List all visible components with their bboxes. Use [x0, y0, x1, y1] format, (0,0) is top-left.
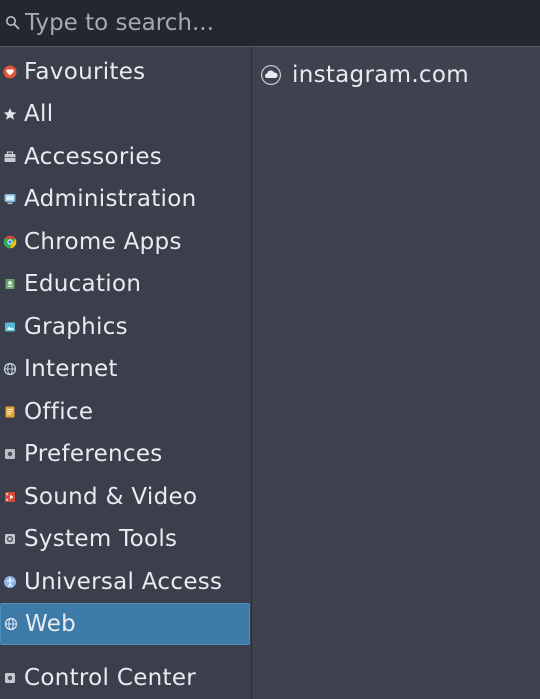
category-label: Web	[25, 611, 77, 637]
category-label: Chrome Apps	[24, 229, 182, 255]
category-universal-access[interactable]: Universal Access	[0, 561, 250, 603]
category-label: System Tools	[24, 526, 178, 552]
education-icon	[2, 276, 18, 292]
category-label: Accessories	[24, 144, 163, 170]
search-bar	[0, 0, 540, 47]
search-input[interactable]	[23, 3, 525, 43]
category-web[interactable]: Web	[0, 603, 250, 645]
category-list: Favourites All Accessories Administratio…	[0, 47, 252, 699]
multimedia-icon	[2, 489, 18, 505]
star-icon	[2, 106, 18, 122]
accessibility-icon	[2, 574, 18, 590]
app-item-instagram[interactable]: instagram.com	[260, 55, 469, 95]
category-label: Internet	[24, 356, 118, 382]
category-label: Universal Access	[24, 569, 223, 595]
category-accessories[interactable]: Accessories	[0, 136, 250, 178]
app-label: instagram.com	[292, 62, 469, 88]
category-all[interactable]: All	[0, 93, 250, 135]
category-sound-video[interactable]: Sound & Video	[0, 476, 250, 518]
category-administration[interactable]: Administration	[0, 178, 250, 220]
application-list: instagram.com	[252, 47, 540, 699]
category-label: Control Center	[24, 665, 197, 691]
system-tools-icon	[2, 531, 18, 547]
category-label: Preferences	[24, 441, 163, 467]
category-chrome-apps[interactable]: Chrome Apps	[0, 221, 250, 263]
graphics-icon	[2, 319, 18, 335]
monitor-icon	[2, 191, 18, 207]
category-preferences[interactable]: Preferences	[0, 433, 250, 475]
category-system-tools[interactable]: System Tools	[0, 518, 250, 560]
category-label: Administration	[24, 186, 197, 212]
cloud-icon	[260, 64, 282, 86]
heart-icon	[2, 64, 18, 80]
category-label: Sound & Video	[24, 484, 198, 510]
web-globe-icon	[3, 616, 19, 632]
category-label: Office	[24, 399, 94, 425]
category-label: Favourites	[24, 59, 146, 85]
gear-icon	[2, 446, 18, 462]
toolbox-icon	[2, 149, 18, 165]
control-center-icon	[2, 670, 18, 686]
category-favourites[interactable]: Favourites	[0, 51, 250, 93]
category-graphics[interactable]: Graphics	[0, 306, 250, 348]
category-internet[interactable]: Internet	[0, 348, 250, 390]
application-menu: Favourites All Accessories	[0, 0, 540, 699]
category-office[interactable]: Office	[0, 391, 250, 433]
chrome-icon	[2, 234, 18, 250]
category-education[interactable]: Education	[0, 263, 250, 305]
category-label: Graphics	[24, 314, 128, 340]
search-icon	[3, 13, 23, 33]
globe-icon	[2, 361, 18, 377]
category-control-center[interactable]: Control Center	[0, 657, 250, 699]
office-icon	[2, 404, 18, 420]
category-label: All	[24, 101, 54, 127]
category-label: Education	[24, 271, 142, 297]
